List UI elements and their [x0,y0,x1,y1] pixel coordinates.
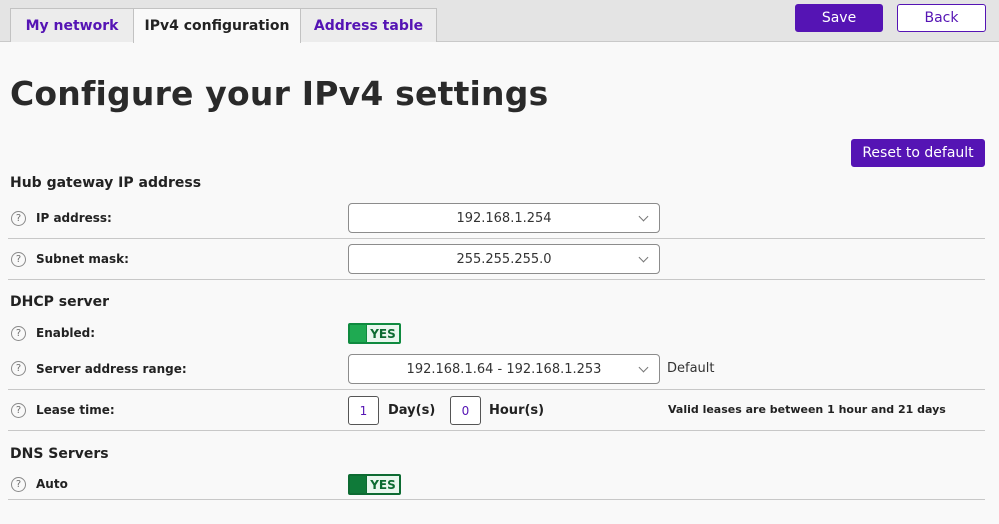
toggle-state-label: YES [367,325,399,342]
reset-to-default-button[interactable]: Reset to default [851,139,985,167]
toggle-state-label: YES [367,476,399,493]
divider [8,499,985,500]
help-icon[interactable]: ? [11,477,26,492]
server-address-range-label: Server address range: [36,362,187,376]
save-button[interactable]: Save [795,4,883,32]
chevron-down-icon [638,362,649,373]
divider [8,389,985,390]
days-unit-label: Day(s) [388,403,436,418]
subnet-mask-select[interactable]: 255.255.255.0 [348,244,660,274]
dns-auto-toggle[interactable]: YES [348,474,401,495]
page-title: Configure your IPv4 settings [10,74,549,113]
lease-time-hint: Valid leases are between 1 hour and 21 d… [668,403,946,416]
section-title-gateway: Hub gateway IP address [10,175,202,191]
ip-address-value: 192.168.1.254 [456,210,552,226]
section-title-dns: DNS Servers [10,446,109,462]
tab-bar: My network IPv4 configuration Address ta… [0,0,999,43]
chevron-down-icon [638,252,649,263]
help-icon[interactable]: ? [11,211,26,226]
ip-address-label: IP address: [36,211,112,225]
divider [8,430,985,431]
help-icon[interactable]: ? [11,403,26,418]
chevron-down-icon [638,211,649,222]
range-default-note: Default [667,361,715,376]
help-icon[interactable]: ? [11,361,26,376]
lease-time-label: Lease time: [36,403,115,417]
lease-days-input[interactable]: 1 [348,396,379,425]
server-address-range-select[interactable]: 192.168.1.64 - 192.168.1.253 [348,354,660,384]
subnet-mask-label: Subnet mask: [36,252,129,266]
back-button[interactable]: Back [897,4,986,32]
dns-auto-label: Auto [36,477,68,491]
lease-hours-input[interactable]: 0 [450,396,481,425]
help-icon[interactable]: ? [11,252,26,267]
subnet-mask-value: 255.255.255.0 [456,251,552,267]
dhcp-enabled-toggle[interactable]: YES [348,323,401,344]
dhcp-enabled-label: Enabled: [36,326,96,340]
hours-unit-label: Hour(s) [489,403,545,418]
help-icon[interactable]: ? [11,326,26,341]
tab-address-table[interactable]: Address table [300,8,437,42]
section-title-dhcp: DHCP server [10,294,110,310]
server-address-range-value: 192.168.1.64 - 192.168.1.253 [406,361,602,377]
toggle-knob [350,325,366,342]
toggle-knob [350,476,366,493]
ip-address-select[interactable]: 192.168.1.254 [348,203,660,233]
tab-my-network[interactable]: My network [10,8,134,42]
divider [8,238,985,239]
tab-ipv4-configuration[interactable]: IPv4 configuration [133,8,301,43]
divider [8,279,985,280]
